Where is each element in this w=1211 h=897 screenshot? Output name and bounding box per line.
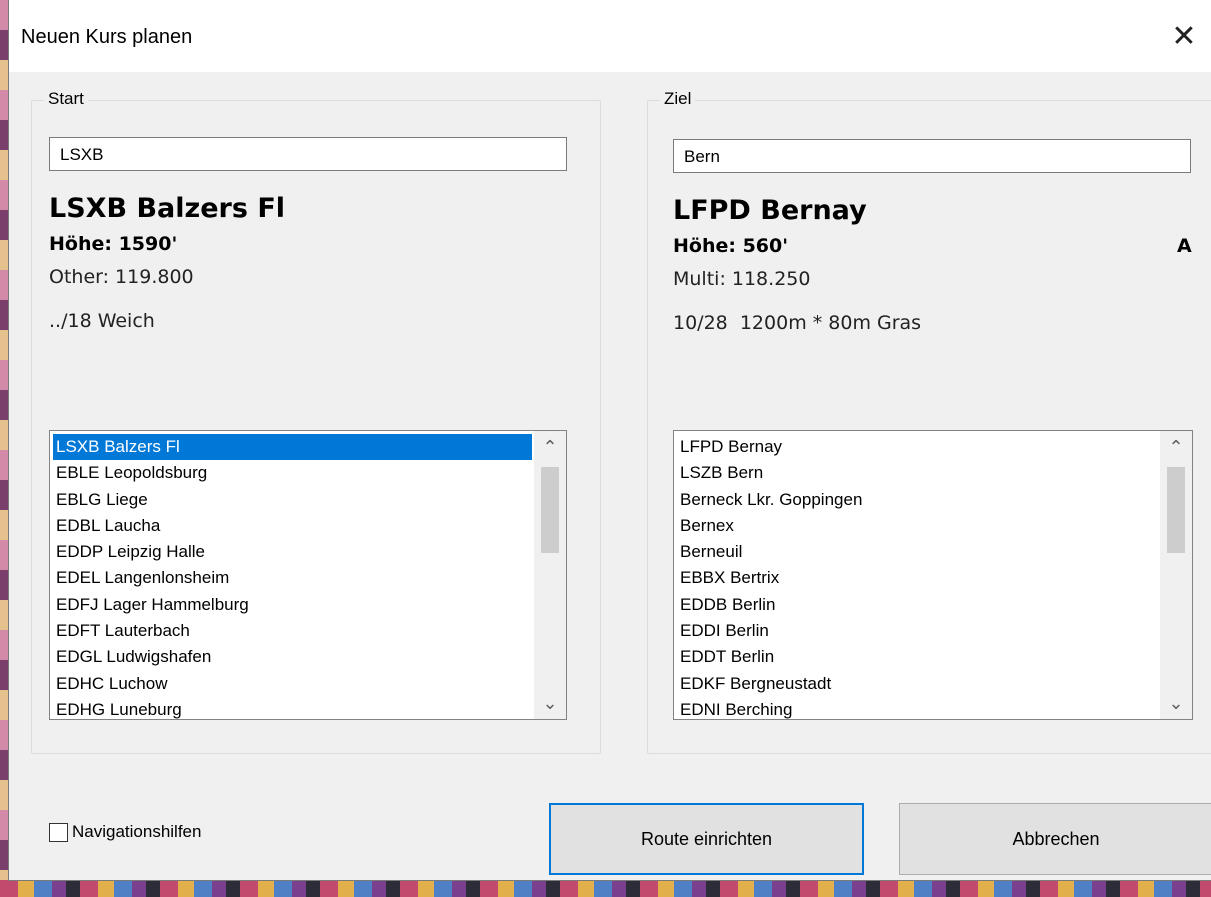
navaids-option[interactable]: Navigationshilfen [49,822,201,842]
destination-list-scrollbar[interactable]: ⌃ ⌄ [1160,431,1192,719]
destination-search-input[interactable]: Bern [673,139,1191,173]
destination-list-items: LFPD Bernay LSZB Bern Berneck Lkr. Gopping… [677,434,1158,719]
title-bar[interactable]: Neuen Kurs planen ✕ [9,0,1211,72]
destination-airport-name: LFPD Bernay [673,195,867,226]
list-item[interactable]: EDHC Luchow [53,671,532,697]
chevron-up-icon[interactable]: ⌃ [1160,431,1192,463]
destination-airport-class: A [1177,235,1192,257]
list-item[interactable]: LSXB Balzers Fl [53,434,532,461]
list-item[interactable]: EBLG Liege [53,487,532,513]
list-item[interactable]: EDDT Berlin [677,644,1158,670]
list-item[interactable]: EDEL Langenlonsheim [53,565,532,591]
route-button[interactable]: Route einrichten [549,803,864,875]
list-item[interactable]: LFPD Bernay [677,434,1158,460]
desktop-background-left [0,0,8,897]
start-list-items: LSXB Balzers Fl EBLE Leopoldsburg EBLG Lie… [53,434,532,719]
chevron-down-icon[interactable]: ⌄ [1160,687,1192,719]
list-item[interactable]: EDDP Leipzig Halle [53,539,532,565]
start-airport-list[interactable]: LSXB Balzers Fl EBLE Leopoldsburg EBLG Lie… [49,430,567,720]
destination-airport-frequency: Multi: 118.250 [673,268,811,290]
window-title: Neuen Kurs planen [21,26,193,48]
chevron-down-icon[interactable]: ⌄ [534,687,566,719]
list-item[interactable]: EDKF Bergneustadt [677,671,1158,697]
destination-airport-list[interactable]: LFPD Bernay LSZB Bern Berneck Lkr. Gopping… [673,430,1193,720]
list-item[interactable]: EDDB Berlin [677,592,1158,618]
start-search-input[interactable]: LSXB [49,137,567,171]
destination-airport-height: Höhe: 560' [673,235,789,257]
navaids-checkbox[interactable] [49,822,68,842]
destination-group-label: Ziel [660,89,696,109]
close-icon[interactable]: ✕ [1164,16,1204,56]
list-item[interactable]: EDGL Ludwigshafen [53,644,532,670]
list-item[interactable]: EDNI Berching [677,697,1158,719]
start-scroll-thumb[interactable] [541,467,559,553]
desktop-background-bottom [0,880,1211,897]
navaids-label[interactable]: Navigationshilfen [72,822,201,842]
start-airport-name: LSXB Balzers Fl [49,193,286,224]
destination-airport-runway: 10/28 1200m * 80m Gras [673,312,922,334]
destination-scroll-thumb[interactable] [1167,467,1185,553]
list-item[interactable]: EBLE Leopoldsburg [53,460,532,486]
list-item[interactable]: Berneck Lkr. Goppingen [677,487,1158,513]
plan-course-dialog: Neuen Kurs planen ✕ Start LSXB LSXB Balz… [8,0,1211,881]
chevron-up-icon[interactable]: ⌃ [534,431,566,463]
start-airport-frequency: Other: 119.800 [49,266,194,288]
list-item[interactable]: EDBL Laucha [53,513,532,539]
start-airport-runway: ../18 Weich [49,310,155,332]
list-item[interactable]: EDDI Berlin [677,618,1158,644]
list-item[interactable]: EDHG Luneburg [53,697,532,719]
list-item[interactable]: Berneuil [677,539,1158,565]
start-airport-height: Höhe: 1590' [49,233,178,255]
list-item[interactable]: EBBX Bertrix [677,565,1158,591]
list-item[interactable]: EDFT Lauterbach [53,618,532,644]
list-item[interactable]: LSZB Bern [677,460,1158,486]
start-group-label: Start [44,89,88,109]
list-item[interactable]: Bernex [677,513,1158,539]
cancel-button[interactable]: Abbrechen [899,803,1211,875]
start-list-scrollbar[interactable]: ⌃ ⌄ [534,431,566,719]
list-item[interactable]: EDFJ Lager Hammelburg [53,592,532,618]
